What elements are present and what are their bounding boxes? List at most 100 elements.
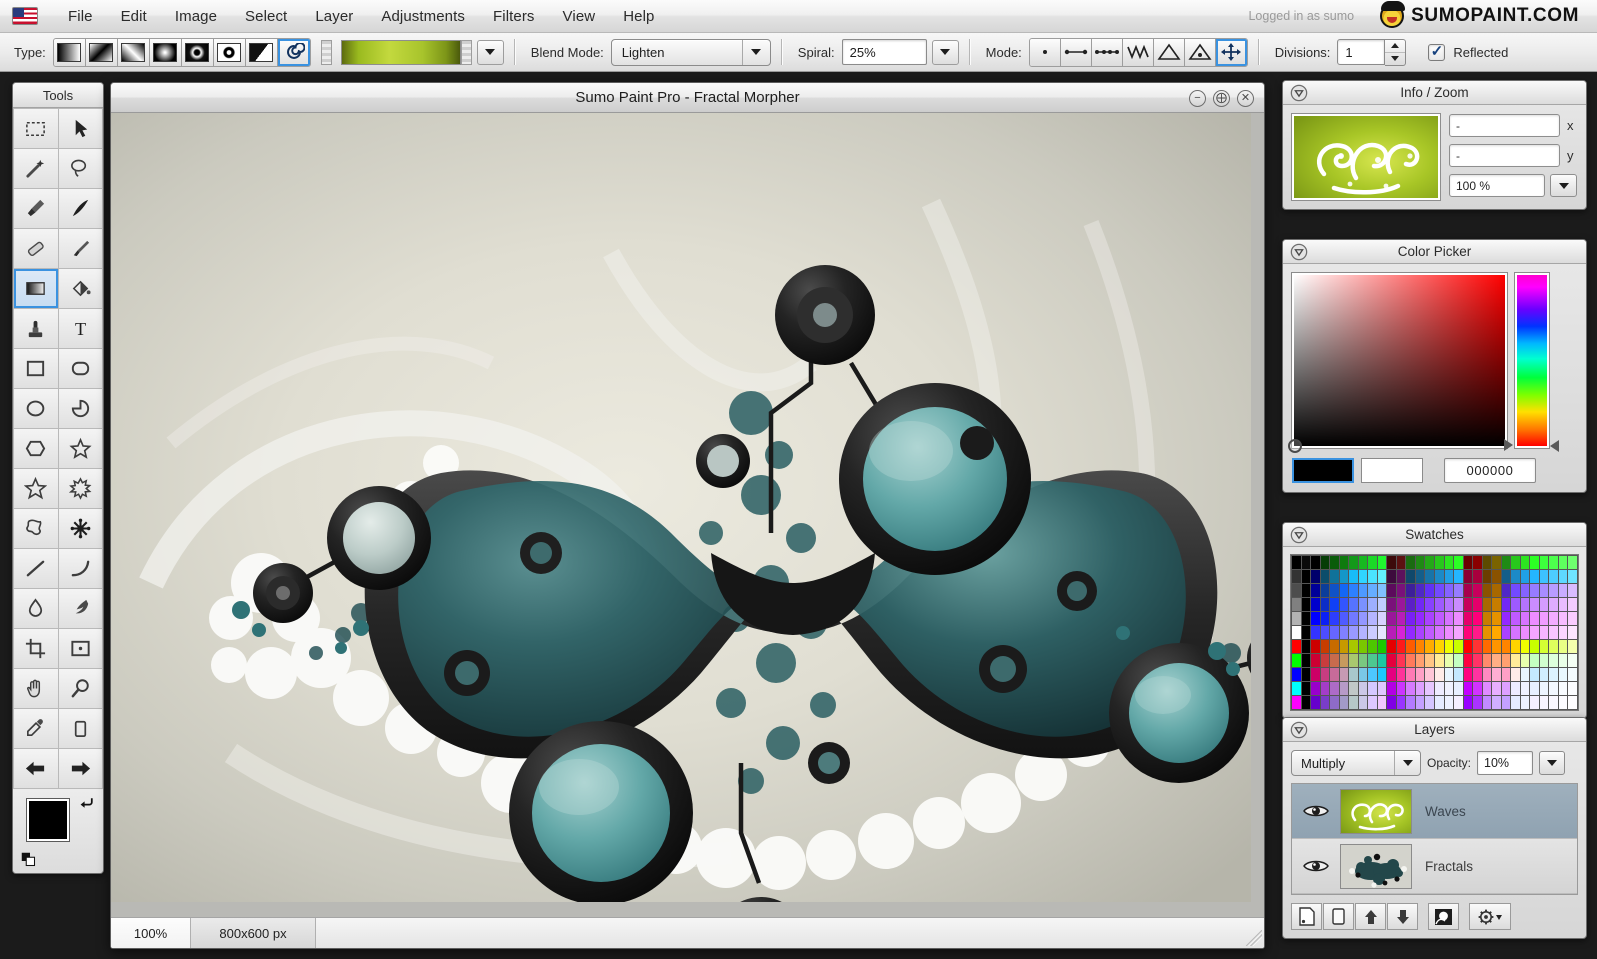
swatch-cell[interactable] [1311, 696, 1320, 709]
swatch-cell[interactable] [1330, 626, 1339, 639]
swatch-cell[interactable] [1359, 626, 1368, 639]
diagonal-gradient-type-button[interactable] [86, 39, 118, 66]
swatch-cell[interactable] [1340, 668, 1349, 681]
swatch-cell[interactable] [1540, 654, 1549, 667]
swatch-cell[interactable] [1502, 654, 1511, 667]
swatch-cell[interactable] [1435, 584, 1444, 597]
swatch-cell[interactable] [1406, 696, 1415, 709]
swatch-cell[interactable] [1473, 654, 1482, 667]
swatch-cell[interactable] [1368, 584, 1377, 597]
swatch-cell[interactable] [1502, 598, 1511, 611]
swatch-cell[interactable] [1406, 626, 1415, 639]
swatch-cell[interactable] [1492, 584, 1501, 597]
reflected-toggle[interactable]: ✓ Reflected [1428, 44, 1508, 61]
swatch-cell[interactable] [1540, 668, 1549, 681]
swatch-cell[interactable] [1321, 584, 1330, 597]
swatch-cell[interactable] [1368, 696, 1377, 709]
swatch-cell[interactable] [1359, 682, 1368, 695]
zoom-level-status[interactable]: 100% [111, 918, 191, 948]
swatch-cell[interactable] [1540, 682, 1549, 695]
swatch-cell[interactable] [1530, 612, 1539, 625]
eraser-tool[interactable] [14, 229, 58, 268]
swatch-cell[interactable] [1511, 682, 1520, 695]
paint-bucket-tool[interactable] [59, 269, 103, 308]
swatch-cell[interactable] [1511, 640, 1520, 653]
swatch-cell[interactable] [1445, 626, 1454, 639]
swatch-cell[interactable] [1416, 626, 1425, 639]
swatch-cell[interactable] [1473, 626, 1482, 639]
brush-tool[interactable] [14, 189, 58, 228]
swatch-cell[interactable] [1425, 668, 1434, 681]
swatch-cell[interactable] [1311, 612, 1320, 625]
swatch-cell[interactable] [1359, 654, 1368, 667]
menu-item-filters[interactable]: Filters [479, 4, 549, 29]
swatch-cell[interactable] [1530, 584, 1539, 597]
swatch-cell[interactable] [1483, 556, 1492, 569]
us-flag-icon[interactable] [12, 7, 38, 25]
swatch-cell[interactable] [1530, 556, 1539, 569]
multi-segment-mode-button[interactable] [1092, 39, 1123, 66]
swatch-cell[interactable] [1406, 668, 1415, 681]
move-layer-down-button[interactable] [1387, 903, 1418, 930]
swatch-cell[interactable] [1502, 682, 1511, 695]
swatch-cell[interactable] [1559, 570, 1568, 583]
point-mode-button[interactable] [1030, 39, 1061, 66]
swatch-cell[interactable] [1511, 570, 1520, 583]
swatch-cell[interactable] [1454, 584, 1463, 597]
swatch-cell[interactable] [1540, 696, 1549, 709]
swatch-cell[interactable] [1473, 598, 1482, 611]
swatch-cell[interactable] [1521, 654, 1530, 667]
gradient-preview[interactable] [341, 40, 461, 65]
swatch-cell[interactable] [1340, 584, 1349, 597]
swatch-cell[interactable] [1502, 584, 1511, 597]
gradient-tool[interactable] [14, 269, 58, 308]
gradient-stop-right[interactable] [461, 40, 472, 65]
swatch-cell[interactable] [1302, 682, 1311, 695]
swatch-cell[interactable] [1359, 598, 1368, 611]
swatch-cell[interactable] [1483, 598, 1492, 611]
dot-gradient-type-button[interactable] [182, 39, 214, 66]
swatch-cell[interactable] [1330, 668, 1339, 681]
menu-item-file[interactable]: File [54, 4, 107, 29]
swatch-cell[interactable] [1492, 598, 1501, 611]
swatch-cell[interactable] [1321, 598, 1330, 611]
swatch-cell[interactable] [1521, 570, 1530, 583]
opacity-input[interactable]: 10% [1477, 751, 1533, 775]
zoom-tool[interactable] [59, 669, 103, 708]
swatch-cell[interactable] [1454, 556, 1463, 569]
swatch-cell[interactable] [1378, 584, 1387, 597]
swatch-cell[interactable] [1559, 640, 1568, 653]
swatch-cell[interactable] [1292, 556, 1301, 569]
foreground-color-swatch[interactable] [27, 799, 69, 841]
swatch-cell[interactable] [1464, 612, 1473, 625]
swatch-cell[interactable] [1445, 598, 1454, 611]
swatch-cell[interactable] [1559, 598, 1568, 611]
collapse-triangle-icon[interactable] [1290, 721, 1308, 739]
swatch-cell[interactable] [1483, 640, 1492, 653]
swatch-cell[interactable] [1559, 682, 1568, 695]
swatch-cell[interactable] [1359, 696, 1368, 709]
swatch-cell[interactable] [1378, 696, 1387, 709]
swatch-cell[interactable] [1492, 612, 1501, 625]
swatch-cell[interactable] [1530, 626, 1539, 639]
swatch-cell[interactable] [1292, 640, 1301, 653]
swatch-cell[interactable] [1435, 696, 1444, 709]
swatch-cell[interactable] [1521, 556, 1530, 569]
blend-mode-select[interactable]: Lighten [611, 39, 771, 66]
layer-visibility-toggle[interactable] [1292, 858, 1340, 874]
swatch-cell[interactable] [1406, 584, 1415, 597]
x-coordinate-input[interactable]: - [1449, 114, 1560, 137]
maximize-icon[interactable]: ⨁ [1213, 90, 1230, 107]
swatch-cell[interactable] [1521, 696, 1530, 709]
rounded-rectangle-tool[interactable] [59, 349, 103, 388]
layer-thumbnail-fractals[interactable] [1340, 844, 1412, 889]
swatch-cell[interactable] [1568, 640, 1577, 653]
swatch-cell[interactable] [1540, 570, 1549, 583]
swatch-cell[interactable] [1340, 682, 1349, 695]
swatch-cell[interactable] [1302, 696, 1311, 709]
swatch-cell[interactable] [1349, 556, 1358, 569]
swatch-cell[interactable] [1321, 626, 1330, 639]
swatch-cell[interactable] [1340, 626, 1349, 639]
swatch-cell[interactable] [1311, 626, 1320, 639]
swatch-cell[interactable] [1568, 556, 1577, 569]
